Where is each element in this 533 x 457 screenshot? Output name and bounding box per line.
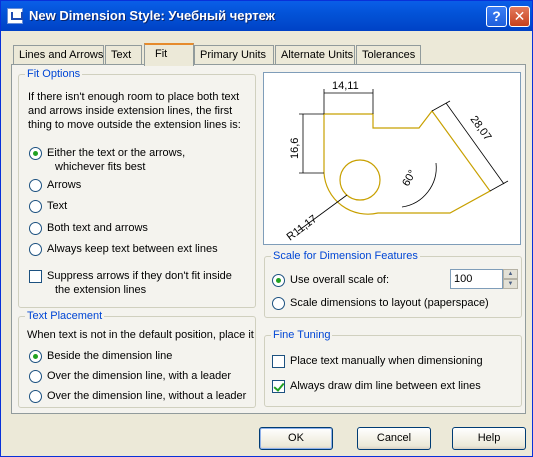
preview-drawing: 14,11 16,6 28,07 60° R11,17 [285,80,509,243]
title-bar[interactable]: New Dimension Style: Учебный чертеж ? ✕ [1,1,532,31]
preview-geometry [323,109,491,215]
dim-angle-text: 60° [400,168,419,188]
tab-tolerances[interactable]: Tolerances [356,45,421,65]
ok-button[interactable]: OK [259,427,333,450]
fit-options-description-1: If there isn't enough room to place both… [28,91,240,103]
always-draw-dim-line-checkbox[interactable] [272,380,285,393]
app-icon [7,8,23,24]
preview-dim-text: 14,11 16,6 28,07 60° R11,17 [285,80,494,243]
scale-legend: Scale for Dimension Features [271,250,420,262]
suppress-arrows-label-line2[interactable]: the extension lines [55,283,146,297]
always-draw-dim-line-label[interactable]: Always draw dim line between ext lines [290,379,481,393]
suppress-arrows-checkbox[interactable] [29,270,42,283]
part-hole [339,159,381,201]
fit-tab-panel: Fit Options If there isn't enough room t… [11,64,526,414]
tab-text[interactable]: Text [105,45,142,65]
scale-overall-radio[interactable] [272,274,285,287]
text-placement-legend: Text Placement [25,310,105,322]
fine-tuning-legend: Fine Tuning [271,329,333,341]
placement-with-leader-label[interactable]: Over the dimension line, with a leader [47,369,231,383]
scale-spin-down-button[interactable]: ▼ [503,279,518,289]
window-title: New Dimension Style: Учебный чертеж [29,8,275,23]
dialog-window: New Dimension Style: Учебный чертеж ? ✕ … [0,0,533,457]
cancel-button[interactable]: Cancel [357,427,431,450]
placement-without-leader-label[interactable]: Over the dimension line, without a leade… [47,389,246,403]
suppress-arrows-label[interactable]: Suppress arrows if they don't fit inside [47,269,232,283]
tab-alternate-units[interactable]: Alternate Units [275,45,355,65]
fit-option-either-radio[interactable] [29,147,42,160]
fit-option-text-label[interactable]: Text [47,199,67,213]
text-placement-description: When text is not in the default position… [27,329,254,341]
place-text-manually-label[interactable]: Place text manually when dimensioning [290,354,483,368]
placement-without-leader-radio[interactable] [29,390,42,403]
fit-option-always-keep-label[interactable]: Always keep text between ext lines [47,242,218,256]
placement-beside-label[interactable]: Beside the dimension line [47,349,172,363]
fit-options-legend: Fit Options [25,68,83,80]
fit-option-arrows-radio[interactable] [29,179,42,192]
tab-primary-units[interactable]: Primary Units [194,45,274,65]
fit-options-group: Fit Options If there isn't enough room t… [18,68,256,308]
scale-spin-up-button[interactable]: ▲ [503,269,518,279]
fit-option-text-radio[interactable] [29,200,42,213]
tab-fit[interactable]: Fit [144,43,194,66]
fit-option-either-label[interactable]: Either the text or the arrows, [47,146,185,160]
scale-overall-input[interactable] [450,269,503,289]
dim-left-text: 16,6 [289,138,301,159]
close-button[interactable]: ✕ [509,6,530,27]
text-placement-group: Text Placement When text is not in the d… [18,310,256,408]
fit-options-description-3: thing to move outside the extension line… [28,119,241,131]
fit-option-either-label-line2[interactable]: whichever fits best [55,160,145,174]
dim-top-text: 14,11 [332,80,359,92]
fit-option-both-label[interactable]: Both text and arrows [47,221,148,235]
fit-options-description-2: and arrows inside extension lines, the f… [28,105,233,117]
fit-option-always-keep-radio[interactable] [29,243,42,256]
fit-option-arrows-label[interactable]: Arrows [47,178,81,192]
place-text-manually-checkbox[interactable] [272,355,285,368]
preview-dimensions [297,89,509,232]
tab-lines-and-arrows[interactable]: Lines and Arrows [13,45,104,65]
scale-overall-label[interactable]: Use overall scale of: [290,273,389,287]
dim-radius-text: R11,17 [285,213,320,243]
help-button[interactable]: Help [452,427,526,450]
fine-tuning-group: Fine Tuning Place text manually when dim… [264,329,522,407]
placement-with-leader-radio[interactable] [29,370,42,383]
preview-pane: 14,11 16,6 28,07 60° R11,17 [263,72,521,245]
part-outline [323,109,491,215]
scale-layout-label[interactable]: Scale dimensions to layout (paperspace) [290,296,489,310]
fit-option-both-radio[interactable] [29,222,42,235]
placement-beside-radio[interactable] [29,350,42,363]
help-title-button[interactable]: ? [486,6,507,27]
scale-group: Scale for Dimension Features Use overall… [264,250,522,318]
scale-layout-radio[interactable] [272,297,285,310]
